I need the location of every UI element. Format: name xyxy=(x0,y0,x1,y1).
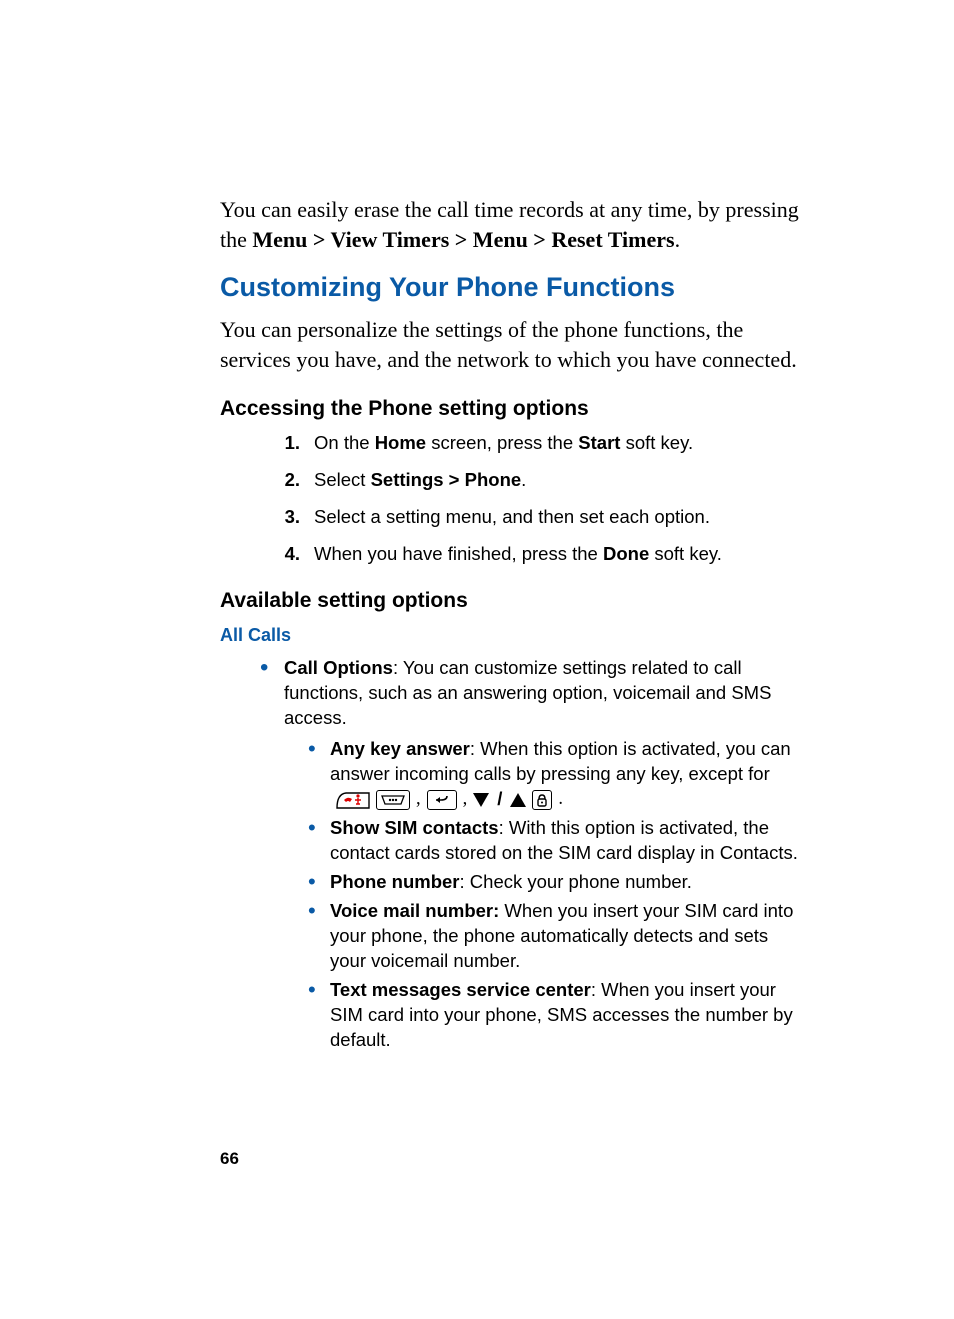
available-title: Available setting options xyxy=(220,589,799,613)
nav-up-icon xyxy=(510,793,526,807)
accessing-title: Accessing the Phone setting options xyxy=(220,397,799,421)
bullet-text: Text messages service center: When you i… xyxy=(330,978,799,1053)
key-icon-row: , , / xyxy=(336,787,563,812)
step-number: 2. xyxy=(270,468,314,493)
step-number: 1. xyxy=(270,431,314,456)
step-item: 1. On the Home screen, press the Start s… xyxy=(270,431,799,456)
sub-bullet-list: • Any key answer: When this option is ac… xyxy=(308,737,799,1053)
bullet-icon: • xyxy=(308,737,330,813)
bullet-icon: • xyxy=(308,870,330,895)
intro-post: . xyxy=(675,227,681,252)
bullet-icon: • xyxy=(308,899,330,974)
top-bullet-list: • Call Options: You can customize settin… xyxy=(260,656,799,1057)
steps-list: 1. On the Home screen, press the Start s… xyxy=(270,431,799,567)
list-item: • Call Options: You can customize settin… xyxy=(260,656,799,1057)
bullet-icon: • xyxy=(308,978,330,1053)
list-item: • Phone number: Check your phone number. xyxy=(308,870,799,895)
intro-paragraph: You can easily erase the call time recor… xyxy=(220,195,799,254)
manual-page: You can easily erase the call time recor… xyxy=(0,0,954,1319)
intro-bold-path: Menu > View Timers > Menu > Reset Timers xyxy=(252,227,674,252)
section-intro: You can personalize the settings of the … xyxy=(220,315,799,374)
list-item: • Text messages service center: When you… xyxy=(308,978,799,1053)
end-call-key-icon xyxy=(336,791,370,809)
step-item: 2. Select Settings > Phone. xyxy=(270,468,799,493)
bullet-icon: • xyxy=(260,656,284,1057)
step-text: On the Home screen, press the Start soft… xyxy=(314,431,799,456)
bullet-text: Call Options: You can customize settings… xyxy=(284,656,799,1057)
section-title: Customizing Your Phone Functions xyxy=(220,272,799,303)
bullet-icon: • xyxy=(308,816,330,866)
list-item: • Show SIM contacts: With this option is… xyxy=(308,816,799,866)
list-item: • Any key answer: When this option is ac… xyxy=(308,737,799,813)
step-item: 4. When you have finished, press the Don… xyxy=(270,542,799,567)
bullet-text: Any key answer: When this option is acti… xyxy=(330,737,799,813)
step-text: Select Settings > Phone. xyxy=(314,468,799,493)
bullet-text: Phone number: Check your phone number. xyxy=(330,870,799,895)
bullet-text: Show SIM contacts: With this option is a… xyxy=(330,816,799,866)
softkey-dots-icon xyxy=(376,790,410,810)
step-number: 4. xyxy=(270,542,314,567)
step-item: 3. Select a setting menu, and then set e… xyxy=(270,505,799,530)
page-number: 66 xyxy=(220,1149,239,1169)
bullet-text: Voice mail number: When you insert your … xyxy=(330,899,799,974)
step-text: When you have finished, press the Done s… xyxy=(314,542,799,567)
nav-down-icon xyxy=(473,793,489,807)
list-item: • Voice mail number: When you insert you… xyxy=(308,899,799,974)
all-calls-title: All Calls xyxy=(220,625,799,646)
power-lock-key-icon xyxy=(532,790,552,810)
step-number: 3. xyxy=(270,505,314,530)
back-key-icon xyxy=(427,790,457,810)
step-text: Select a setting menu, and then set each… xyxy=(314,505,799,530)
